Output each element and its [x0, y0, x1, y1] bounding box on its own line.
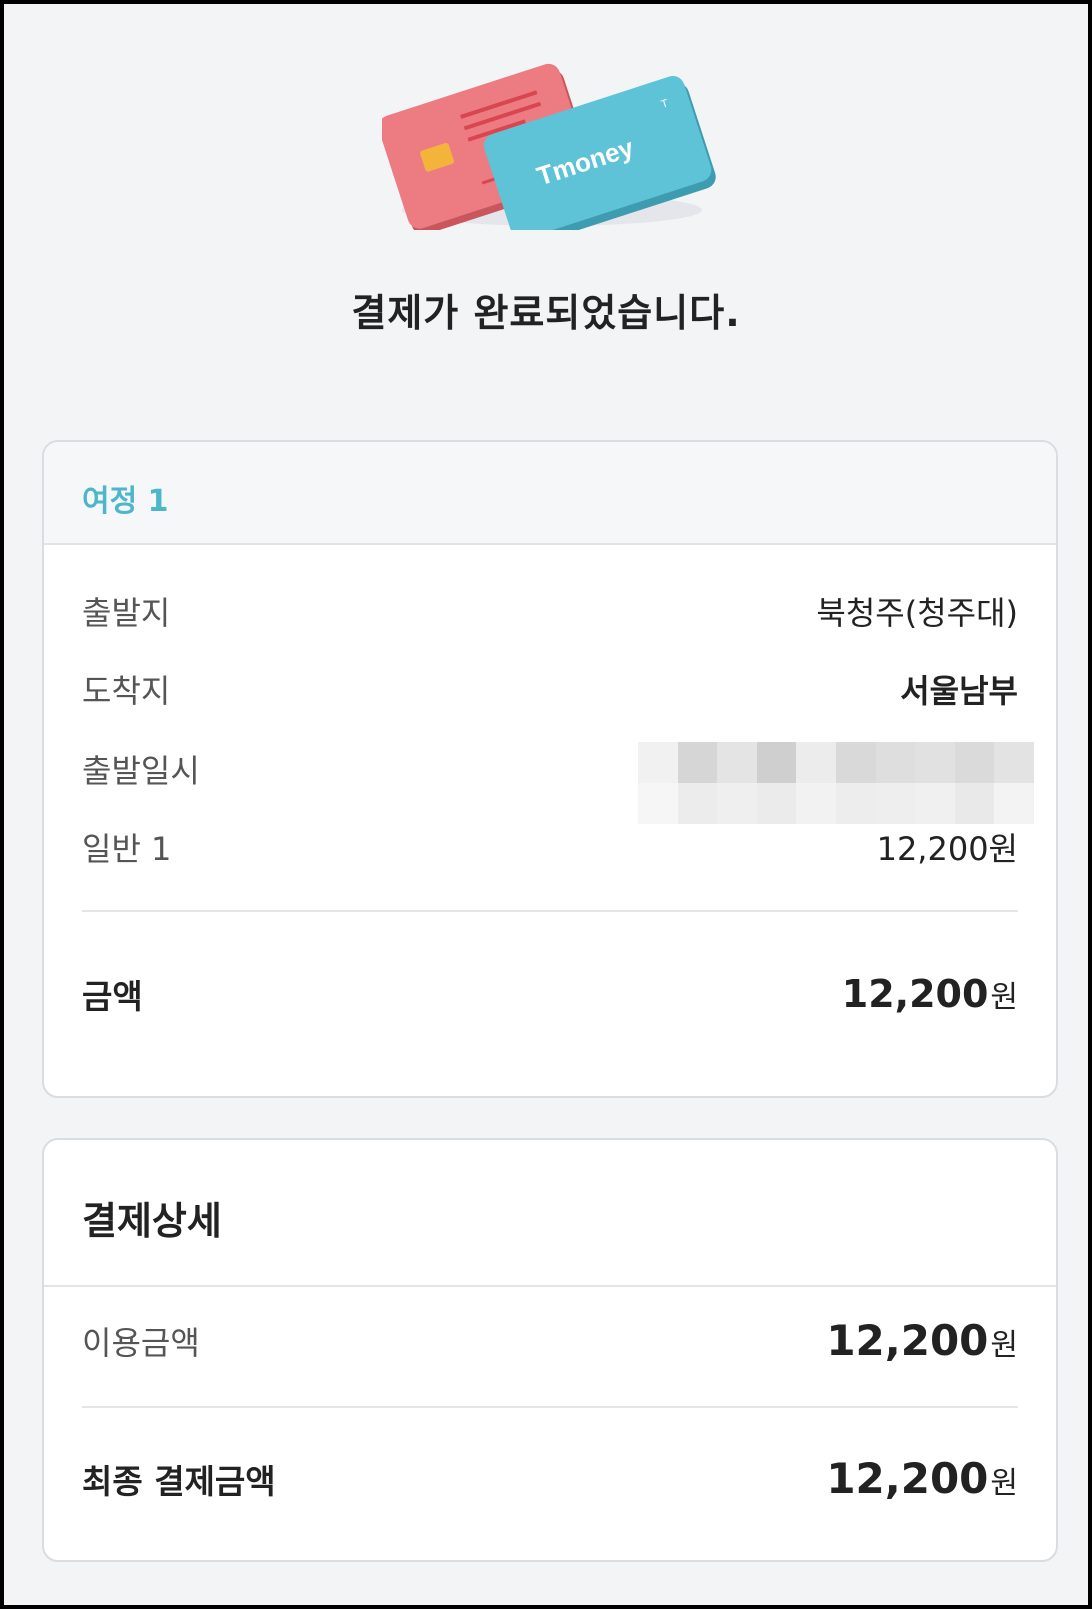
payment-cards-illustration: Tmoney T [382, 63, 716, 230]
trip-total-label: 금액 [82, 977, 143, 1016]
final-amount-label: 최종 결제금액 [82, 1461, 276, 1501]
final-amount-value: 12,200 [826, 1454, 989, 1503]
departure-label: 출발지 [82, 594, 171, 632]
departure-value: 북청주(청주대) [816, 594, 1018, 632]
usage-amount-label: 이용금액 [82, 1323, 200, 1362]
usage-amount: 12,200원 [826, 1316, 1018, 1365]
trip-total-row: 금액 12,200원 [82, 970, 1018, 1018]
general-fare-row: 일반 1 12,200원 [82, 824, 1018, 870]
payment-detail-header: 결제상세 [44, 1140, 1056, 1287]
arrival-value: 서울남부 [900, 672, 1018, 710]
detail-divider [82, 1406, 1018, 1408]
redacted-datetime [638, 742, 1034, 824]
final-amount-unit: 원 [990, 1466, 1018, 1501]
screen: Tmoney T 결제가 완료되었습니다. 여정 1 출발지 북청주(청주대) … [0, 0, 1092, 1609]
arrival-label: 도착지 [82, 672, 171, 710]
completion-hero: Tmoney T 결제가 완료되었습니다. [4, 4, 1088, 404]
trip-header: 여정 1 [44, 442, 1056, 545]
departure-datetime-label: 출발일시 [82, 752, 200, 790]
trip-panel: 여정 1 출발지 북청주(청주대) 도착지 서울남부 출발일시 일반 1 12,… [42, 440, 1058, 1098]
general-fare-label: 일반 1 [82, 830, 172, 868]
trip-divider [82, 910, 1018, 912]
final-amount-row: 최종 결제금액 12,200원 [82, 1454, 1018, 1503]
payment-detail-panel: 결제상세 이용금액 12,200원 최종 결제금액 12,200원 [42, 1138, 1058, 1562]
final-amount: 12,200원 [826, 1454, 1018, 1503]
trip-total-amount: 12,200원 [842, 972, 1018, 1016]
payment-complete-title: 결제가 완료되었습니다. [351, 291, 741, 335]
trip-total-unit: 원 [990, 980, 1018, 1015]
arrival-row: 도착지 서울남부 [82, 666, 1018, 712]
usage-amount-unit: 원 [990, 1328, 1018, 1363]
trip-total-value: 12,200 [841, 972, 989, 1016]
departure-row: 출발지 북청주(청주대) [82, 588, 1018, 634]
usage-amount-value: 12,200 [826, 1316, 989, 1365]
general-fare-value: 12,200원 [876, 830, 1018, 868]
usage-amount-row: 이용금액 12,200원 [82, 1316, 1018, 1365]
